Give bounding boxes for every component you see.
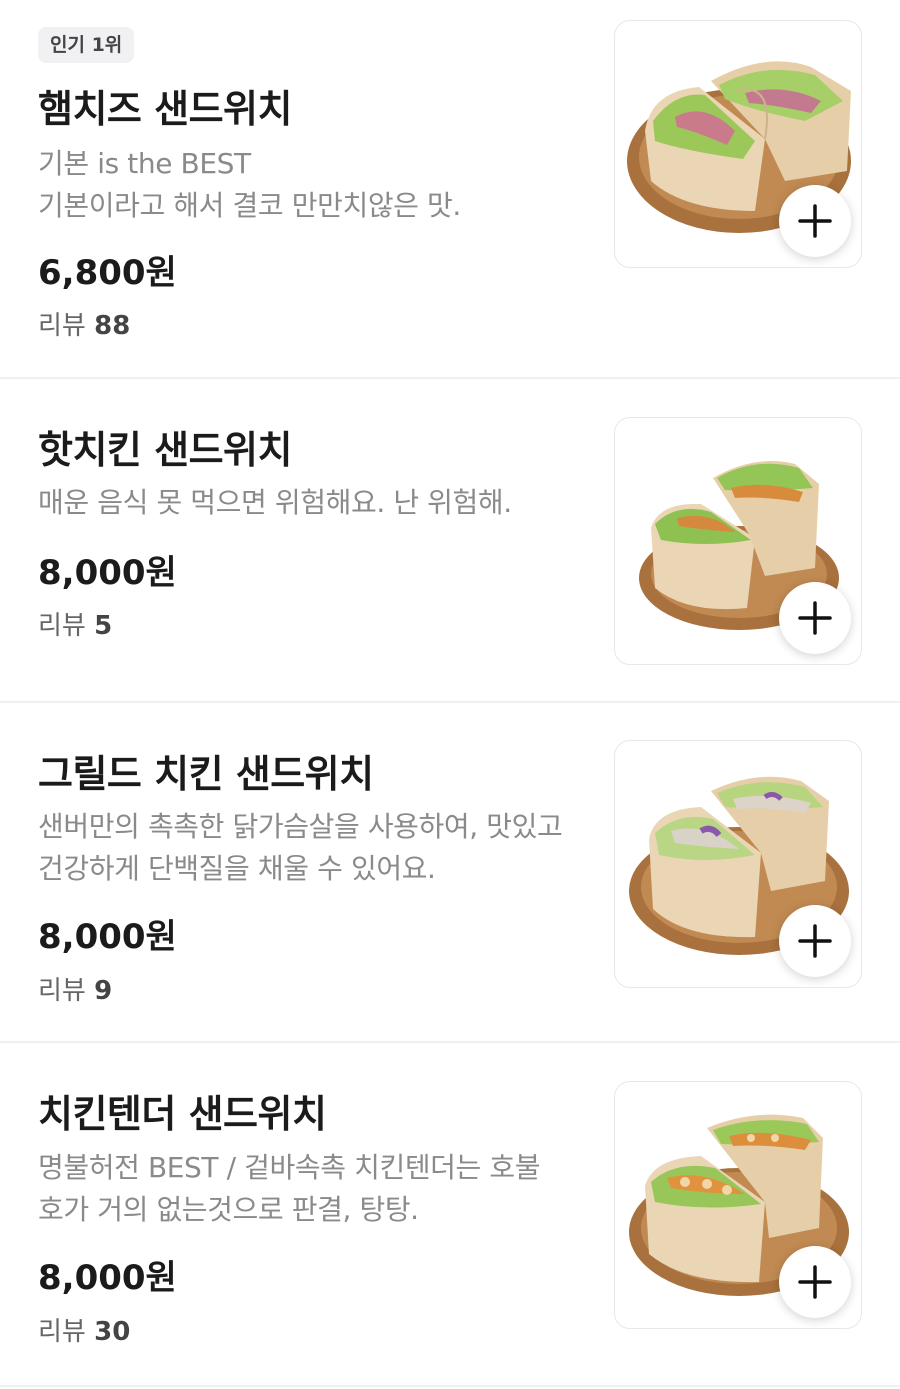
item-name: 치킨텐더 샌드위치 [38, 1092, 327, 1136]
divider [0, 1385, 900, 1387]
item-price: 8,000원 [38, 1258, 177, 1298]
plus-icon [798, 1265, 832, 1299]
menu-item-ham-cheese[interactable]: 인기 1위 햄치즈 샌드위치 기본 is the BEST 기본이라고 해서 결… [0, 0, 900, 378]
item-review: 리뷰 9 [38, 970, 112, 1007]
plus-icon [798, 204, 832, 238]
menu-item-chicken-tender[interactable]: 치킨텐더 샌드위치 명불허전 BEST / 겉바속촉 치킨텐더는 호불 호가 거… [0, 1043, 900, 1385]
review-count: 9 [94, 976, 113, 1006]
item-description-line: 기본 is the BEST [38, 147, 251, 180]
plus-icon [798, 601, 832, 635]
plus-icon [798, 924, 832, 958]
review-label: 리뷰 [38, 611, 95, 641]
item-description-line: 건강하게 단백질을 채울 수 있어요. [38, 852, 436, 885]
item-price: 6,800원 [38, 253, 177, 293]
add-to-cart-button[interactable] [779, 185, 851, 257]
review-label: 리뷰 [38, 311, 95, 341]
item-price: 8,000원 [38, 553, 177, 593]
item-name: 햄치즈 샌드위치 [38, 87, 292, 131]
popular-badge: 인기 1위 [38, 27, 135, 63]
item-price: 8,000원 [38, 917, 177, 957]
item-description-line: 샌버만의 촉촉한 닭가슴살을 사용하여, 맛있고 [38, 810, 563, 843]
item-review: 리뷰 88 [38, 305, 130, 342]
add-to-cart-button[interactable] [779, 905, 851, 977]
item-description-line: 기본이라고 해서 결코 만만치않은 맛. [38, 189, 461, 222]
ham-cheese-sandwich-image[interactable] [614, 20, 862, 268]
add-to-cart-button[interactable] [779, 1246, 851, 1318]
review-label: 리뷰 [38, 976, 95, 1006]
chicken-tender-sandwich-image[interactable] [614, 1081, 862, 1329]
review-count: 88 [94, 311, 131, 341]
item-description: 매운 음식 못 먹으면 위험해요. 난 위험해. [38, 482, 598, 524]
grilled-chicken-sandwich-image[interactable] [614, 740, 862, 988]
hot-chicken-sandwich-image[interactable] [614, 417, 862, 665]
item-name: 그릴드 치킨 샌드위치 [38, 752, 374, 796]
add-to-cart-button[interactable] [779, 582, 851, 654]
item-description-line: 명불허전 BEST / 겉바속촉 치킨텐더는 호불 [38, 1151, 541, 1184]
review-label: 리뷰 [38, 1317, 95, 1347]
item-name: 핫치킨 샌드위치 [38, 428, 292, 472]
item-description: 기본 is the BEST 기본이라고 해서 결코 만만치않은 맛. [38, 143, 598, 227]
review-count: 5 [94, 611, 113, 641]
item-description-line: 매운 음식 못 먹으면 위험해요. 난 위험해. [38, 486, 512, 519]
menu-item-grilled-chicken[interactable]: 그릴드 치킨 샌드위치 샌버만의 촉촉한 닭가슴살을 사용하여, 맛있고 건강하… [0, 703, 900, 1041]
item-description-line: 호가 거의 없는것으로 판결, 탕탕. [38, 1193, 419, 1226]
item-review: 리뷰 5 [38, 605, 112, 642]
item-description: 샌버만의 촉촉한 닭가슴살을 사용하여, 맛있고 건강하게 단백질을 채울 수 … [38, 806, 598, 890]
item-description: 명불허전 BEST / 겉바속촉 치킨텐더는 호불 호가 거의 없는것으로 판결… [38, 1147, 598, 1231]
menu-item-hot-chicken[interactable]: 핫치킨 샌드위치 매운 음식 못 먹으면 위험해요. 난 위험해. 8,000원… [0, 379, 900, 701]
item-review: 리뷰 30 [38, 1311, 130, 1348]
menu-list: 인기 1위 햄치즈 샌드위치 기본 is the BEST 기본이라고 해서 결… [0, 0, 900, 1389]
review-count: 30 [94, 1317, 131, 1347]
